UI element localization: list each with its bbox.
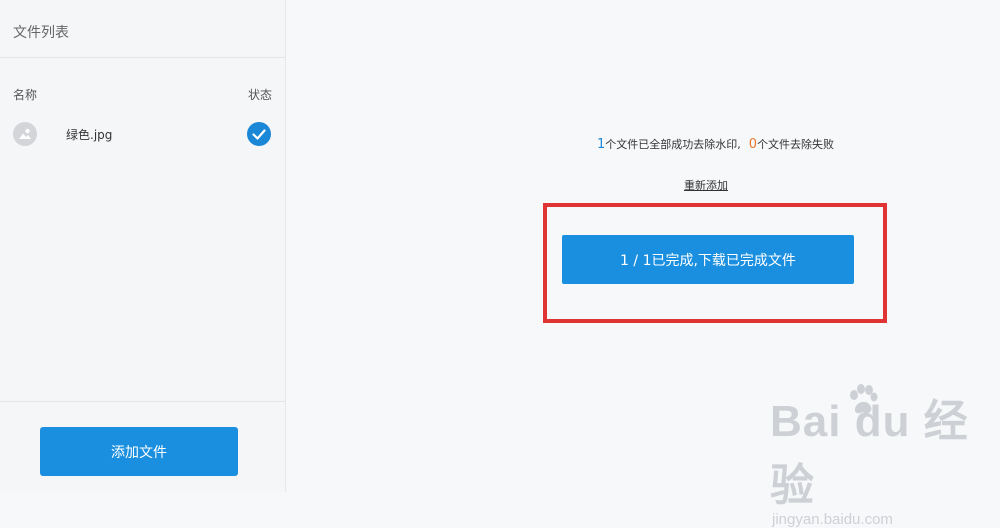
baidu-jingyan-watermark: Bai du 经验 jingyan.baidu.com — [770, 384, 1000, 528]
image-file-icon — [13, 122, 37, 146]
paw-icon — [850, 384, 878, 414]
sidebar-divider — [0, 57, 285, 58]
result-summary: 1个文件已全部成功去除水印, 0个文件去除失败 — [597, 136, 834, 152]
file-list-item[interactable]: 绿色.jpg — [0, 118, 285, 150]
fail-text: 个文件去除失败 — [757, 138, 835, 151]
file-list-sidebar: 文件列表 名称 状态 绿色.jpg 添加文件 — [0, 0, 286, 492]
watermark-url: jingyan.baidu.com — [772, 511, 893, 528]
column-header-status: 状态 — [248, 88, 273, 102]
checkmark-icon — [247, 122, 271, 146]
sidebar-title: 文件列表 — [13, 25, 69, 41]
watermark-logo: Bai du 经验 — [770, 397, 969, 510]
column-header-name: 名称 — [13, 88, 38, 102]
sidebar-bottom-divider — [0, 401, 285, 402]
readd-link[interactable]: 重新添加 — [684, 177, 728, 193]
add-file-button[interactable]: 添加文件 — [40, 427, 238, 476]
download-completed-button[interactable]: 1 / 1已完成,下载已完成文件 — [562, 235, 854, 284]
file-name: 绿色.jpg — [66, 128, 113, 142]
fail-count: 0 — [748, 137, 758, 152]
success-text: 个文件已全部成功去除水印, — [605, 138, 741, 151]
